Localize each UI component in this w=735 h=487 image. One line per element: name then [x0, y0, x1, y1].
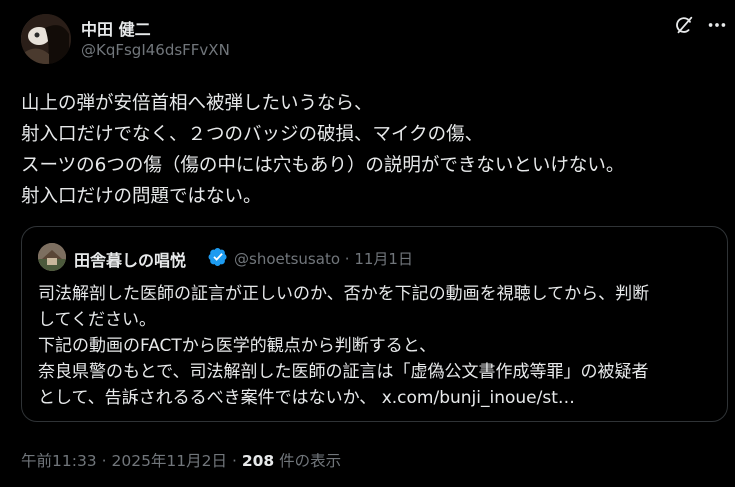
post-line: 射入口だけでなく、２つのバッジの破損、マイクの傷、	[21, 124, 484, 145]
quoted-post-date[interactable]: 11月1日	[354, 250, 413, 268]
post-time[interactable]: 午前11:33	[21, 452, 97, 470]
quoted-line: として、告訴されるるべき案件ではないか、 x.com/bunji_inoue/s…	[38, 388, 575, 408]
quoted-author-meta: @shoetsusato · 11月1日	[234, 248, 413, 269]
quoted-line: 下記の動画のFACTから医学的観点から判断すると、	[38, 336, 437, 356]
quoted-author-avatar[interactable]	[38, 243, 66, 271]
post-meta: 午前11:33 · 2025年11月2日 · 208 件の表示	[21, 449, 341, 471]
verified-badge-icon	[208, 247, 228, 267]
views-count[interactable]: 208	[242, 452, 274, 470]
post-text: 山上の弾が安倍首相へ被弾したいうなら、 射入口だけでなく、２つのバッジの破損、マ…	[21, 88, 721, 212]
post-date[interactable]: 2025年11月2日	[111, 452, 227, 470]
quoted-line: してください。	[38, 310, 156, 330]
quoted-line: 司法解剖した医師の証言が正しいのか、否かを下記の動画を視聴してから、判断	[38, 284, 650, 304]
quoted-author-handle[interactable]: @shoetsusato	[234, 250, 340, 268]
post-line: スーツの6つの傷（傷の中には穴もあり）の説明ができないといけない。	[21, 155, 625, 176]
author-handle[interactable]: @KqFsgI46dsFFvXN	[81, 41, 230, 59]
author-avatar[interactable]	[21, 14, 71, 64]
more-icon[interactable]	[706, 14, 728, 36]
author-name[interactable]: 中田 健二	[81, 16, 151, 40]
post-line: 射入口だけの問題ではない。	[21, 186, 262, 207]
meta-separator: ·	[344, 250, 350, 268]
quoted-line: 奈良県警のもとで、司法解剖した医師の証言は「虚偽公文書作成等罪」の被疑者	[38, 362, 649, 382]
meta-separator: ·	[101, 452, 107, 470]
views-label: 件の表示	[279, 452, 342, 470]
post-line: 山上の弾が安倍首相へ被弾したいうなら、	[21, 93, 373, 114]
meta-separator: ·	[231, 452, 237, 470]
grok-icon[interactable]	[673, 14, 695, 36]
quoted-post[interactable]: 田舎暮しの唱悦 @shoetsusato · 11月1日 司法解剖した医師の証言…	[21, 226, 728, 422]
quoted-post-text: 司法解剖した医師の証言が正しいのか、否かを下記の動画を視聴してから、判断 してく…	[38, 281, 723, 411]
quoted-author-name[interactable]: 田舎暮しの唱悦	[74, 247, 186, 271]
